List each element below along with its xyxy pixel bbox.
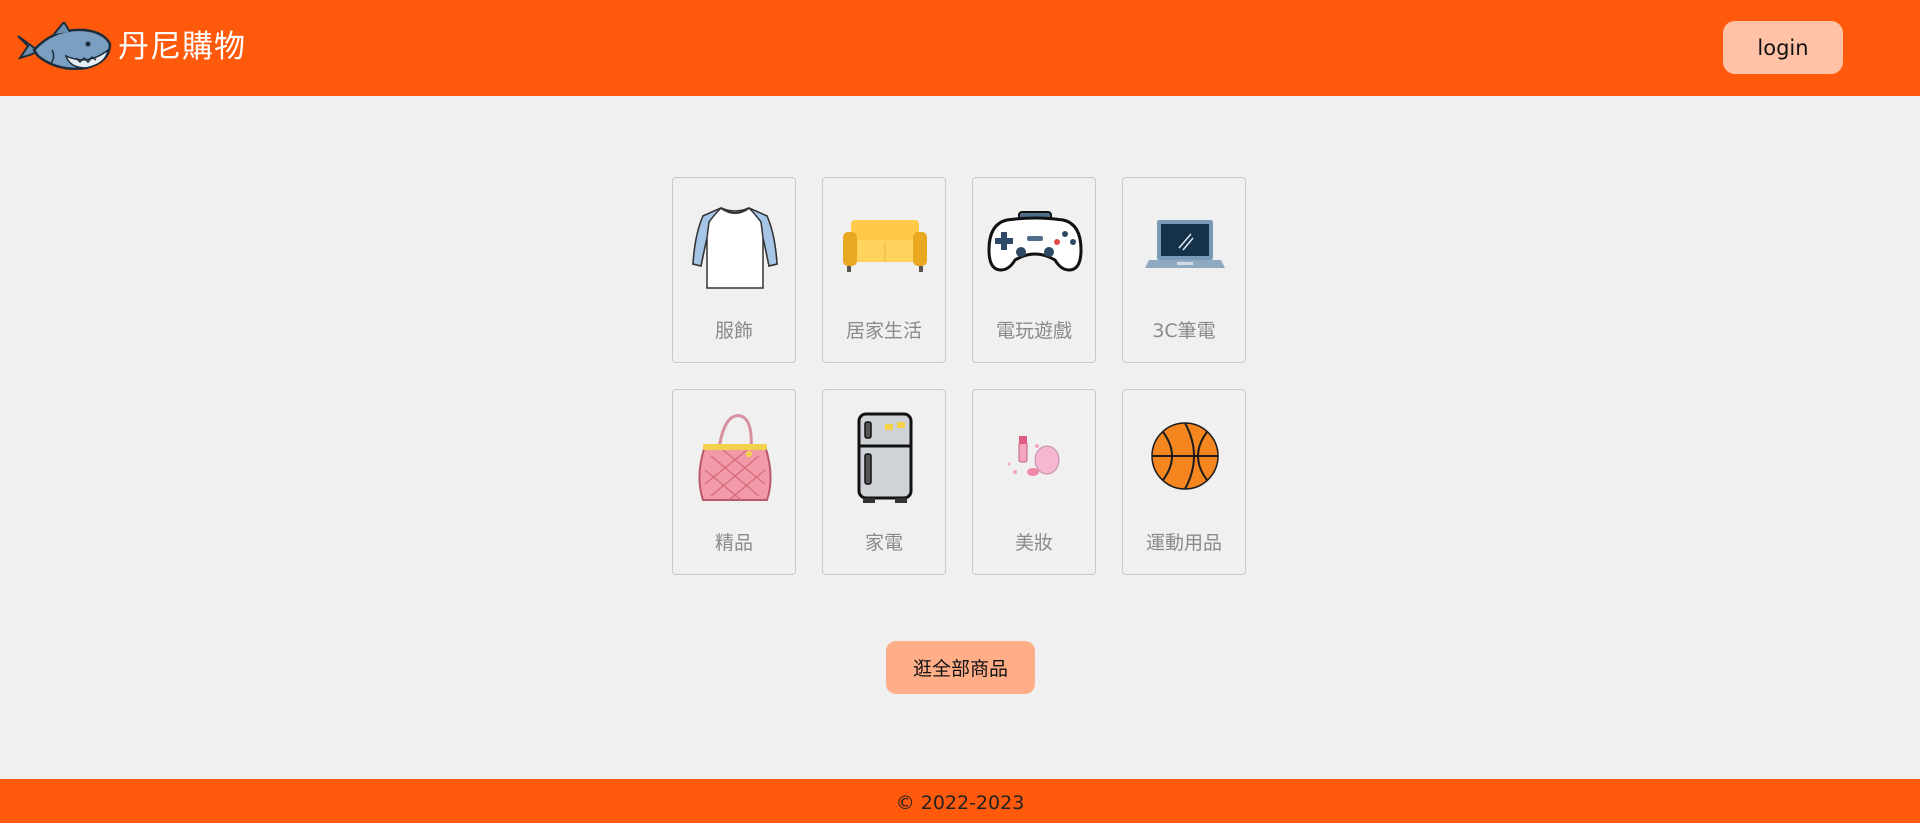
handbag-icon — [685, 406, 785, 506]
category-label: 精品 — [714, 532, 753, 554]
category-card-clothing[interactable]: 服飾 — [672, 177, 796, 363]
category-card-appliances[interactable]: 家電 — [822, 389, 946, 575]
sofa-icon — [835, 194, 935, 294]
category-label: 運動用品 — [1145, 532, 1222, 554]
category-grid: 服飾 居家生活 電玩遊戲 3C筆電 精品 家電 美妝 運動用品 — [672, 177, 1250, 577]
category-card-laptops[interactable]: 3C筆電 — [1122, 177, 1246, 363]
category-label: 美妝 — [1014, 532, 1053, 554]
tshirt-icon — [685, 194, 785, 294]
cosmetics-icon — [985, 406, 1085, 506]
brand-name[interactable]: 丹尼購物 — [118, 27, 246, 67]
laptop-icon — [1135, 194, 1235, 294]
category-card-sports[interactable]: 運動用品 — [1122, 389, 1246, 575]
shark-icon[interactable] — [14, 20, 112, 72]
category-label: 電玩遊戲 — [995, 320, 1072, 342]
site-footer: © 2022-2023 — [0, 779, 1920, 823]
category-card-home-living[interactable]: 居家生活 — [822, 177, 946, 363]
site-header: 丹尼購物 login — [0, 0, 1920, 96]
category-label: 家電 — [864, 532, 903, 554]
refrigerator-icon — [835, 406, 935, 506]
category-card-video-games[interactable]: 電玩遊戲 — [972, 177, 1096, 363]
login-button[interactable]: login — [1723, 21, 1843, 74]
category-label: 服飾 — [714, 320, 753, 342]
browse-all-button[interactable]: 逛全部商品 — [886, 641, 1035, 694]
gamepad-icon — [985, 194, 1085, 294]
category-card-luxury[interactable]: 精品 — [672, 389, 796, 575]
category-label: 3C筆電 — [1152, 320, 1216, 342]
basketball-icon — [1135, 406, 1235, 506]
category-label: 居家生活 — [845, 320, 922, 342]
copyright-text: © 2022-2023 — [895, 792, 1025, 814]
category-card-beauty[interactable]: 美妝 — [972, 389, 1096, 575]
